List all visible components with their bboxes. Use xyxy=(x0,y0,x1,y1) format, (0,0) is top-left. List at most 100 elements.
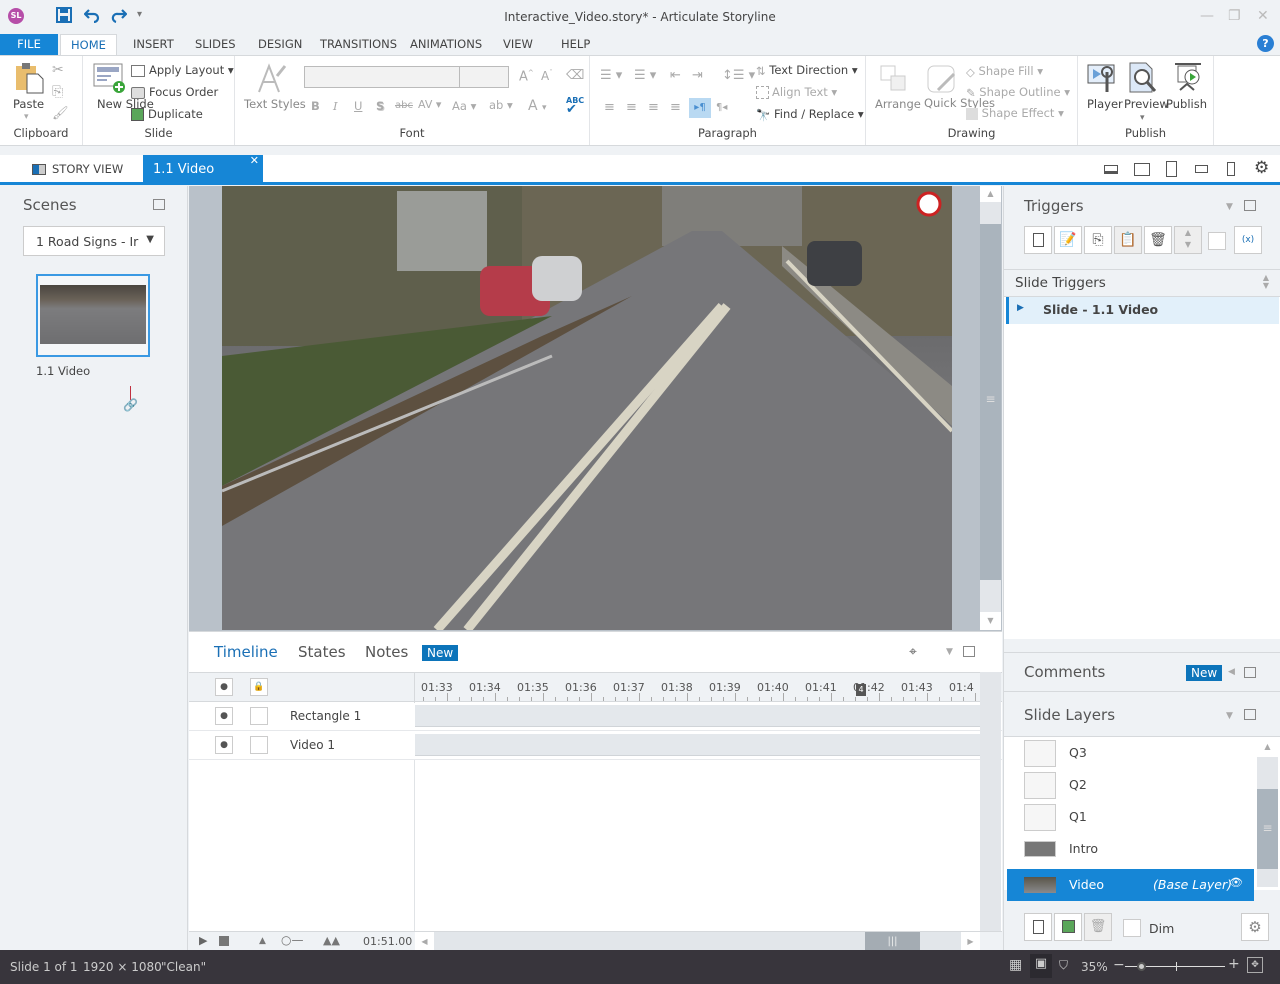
preview-icon[interactable] xyxy=(1128,62,1160,94)
shadow-button[interactable]: S xyxy=(376,99,384,113)
italic-button[interactable]: I xyxy=(333,99,338,113)
variables-button[interactable]: (x) xyxy=(1234,226,1262,254)
decrease-indent-icon[interactable]: ⇤ xyxy=(670,68,681,83)
bold-button[interactable]: B xyxy=(311,99,320,113)
collapse-icon[interactable]: ▼ xyxy=(1226,711,1233,721)
zoom-out-button[interactable]: − xyxy=(1113,957,1125,973)
timeline-row[interactable]: ● Rectangle 1 xyxy=(189,702,1002,731)
desktop-preview-icon[interactable] xyxy=(1104,165,1118,174)
spellcheck-icon[interactable]: ABC ✔ xyxy=(566,96,584,116)
ltr-icon[interactable]: ▸¶ xyxy=(689,98,711,118)
eye-icon[interactable]: ● xyxy=(215,736,233,754)
bullets-icon[interactable]: ☰ ▾ xyxy=(600,68,622,83)
tab-states[interactable]: States xyxy=(298,643,346,661)
tab-timeline[interactable]: Timeline xyxy=(214,643,278,661)
restore-icon[interactable]: ❐ xyxy=(1228,8,1241,24)
stop-icon[interactable] xyxy=(219,936,229,946)
underline-button[interactable]: U xyxy=(354,99,362,113)
copy-trigger-button[interactable]: ⎘ xyxy=(1084,226,1112,254)
highlight-icon[interactable]: ab ▾ xyxy=(489,98,513,112)
tab-view[interactable]: VIEW xyxy=(493,34,543,55)
panel-float-icon[interactable] xyxy=(1244,200,1256,211)
character-spacing-button[interactable]: AV ▾ xyxy=(418,98,441,111)
layer-item[interactable]: Q2 xyxy=(1004,769,1254,801)
publish-button[interactable]: Publish xyxy=(1166,97,1207,111)
close-tab-icon[interactable]: ✕ xyxy=(250,146,259,176)
increase-indent-icon[interactable]: ⇥ xyxy=(692,68,703,83)
panel-float-icon[interactable] xyxy=(1244,667,1256,678)
tablet-landscape-icon[interactable] xyxy=(1134,163,1150,176)
timeline-row[interactable]: ● Video 1 xyxy=(189,731,1002,760)
align-right-icon[interactable]: ≡ xyxy=(648,100,659,115)
layers-scrollbar[interactable]: ▲ ≡ xyxy=(1257,737,1278,887)
scroll-up-icon[interactable]: ▲ xyxy=(980,186,1001,202)
normal-view-icon[interactable]: ▣ xyxy=(1030,954,1052,978)
tab-transitions[interactable]: TRANSITIONS xyxy=(310,34,407,55)
player-icon[interactable] xyxy=(1087,62,1119,94)
timeline-ruler[interactable]: 01:33 01:34 01:35 01:36 01:37 01:38 01:39 01:40… xyxy=(415,673,980,703)
tab-design[interactable]: DESIGN xyxy=(248,34,312,55)
edit-trigger-button[interactable]: 📝 xyxy=(1054,226,1082,254)
copy-icon[interactable]: ⎘ xyxy=(52,84,63,100)
numbering-icon[interactable]: ☰ ▾ xyxy=(634,68,656,83)
publish-icon[interactable] xyxy=(1172,62,1204,94)
scroll-down-icon[interactable]: ▼ xyxy=(980,612,1001,630)
slideshow-icon[interactable]: ⛉ xyxy=(1059,958,1068,973)
reorder-trigger-button[interactable]: ▲ ▼ xyxy=(1174,226,1202,254)
lock-checkbox[interactable] xyxy=(250,736,268,754)
layer-settings-button[interactable]: ⚙ xyxy=(1241,913,1269,941)
stage-vertical-scrollbar[interactable]: ▲ ≡ ▼ xyxy=(980,186,1001,630)
scroll-thumb[interactable]: ≡ xyxy=(980,224,1001,580)
paste-trigger-button[interactable]: 📋 xyxy=(1114,226,1142,254)
zoom-in-icon[interactable]: ▲▲ xyxy=(323,934,340,947)
arrange-button[interactable]: Arrange xyxy=(875,97,921,111)
format-painter-icon[interactable]: 🖌 xyxy=(52,106,69,121)
shrink-font-icon[interactable]: Aˇ xyxy=(541,69,553,83)
layer-item[interactable]: Q3 xyxy=(1004,737,1254,769)
collapse-left-icon[interactable]: ◀ xyxy=(1228,667,1235,677)
focus-order-button[interactable]: Focus Order xyxy=(131,85,218,99)
text-direction-button[interactable]: ⇅ Text Direction ▾ xyxy=(756,63,858,78)
paste-icon[interactable] xyxy=(14,62,46,94)
zoom-in-button[interactable]: + xyxy=(1228,956,1240,972)
scroll-thumb[interactable]: ||| xyxy=(865,932,920,951)
tab-slides[interactable]: SLIDES xyxy=(185,34,246,55)
timeline-horizontal-scrollbar[interactable]: ◀ ||| ▶ xyxy=(415,932,980,951)
justify-icon[interactable]: ≡ xyxy=(670,100,681,115)
line-spacing-icon[interactable]: ↕☰ ▾ xyxy=(722,68,755,83)
eye-icon[interactable]: 👁 xyxy=(1229,876,1243,889)
align-center-icon[interactable]: ≡ xyxy=(626,100,637,115)
collapse-icon[interactable]: ▼ xyxy=(1226,202,1233,212)
link-icon[interactable]: 🔗 xyxy=(123,398,138,412)
scroll-up-icon[interactable]: ▲ xyxy=(1257,737,1278,757)
font-name-select[interactable] xyxy=(304,66,460,88)
font-size-select[interactable] xyxy=(459,66,509,88)
align-left-icon[interactable]: ≡ xyxy=(604,100,615,115)
phone-portrait-icon[interactable] xyxy=(1227,162,1235,176)
lock-checkbox[interactable] xyxy=(250,707,268,725)
trigger-item[interactable]: ▶ Slide - 1.1 Video xyxy=(1006,297,1279,324)
tab-notes[interactable]: Notes xyxy=(365,643,408,661)
tab-home[interactable]: HOME xyxy=(60,34,117,55)
scroll-left-icon[interactable]: ◀ xyxy=(415,932,434,951)
apply-layout-button[interactable]: Apply Layout ▾ xyxy=(131,63,234,77)
grow-font-icon[interactable]: A^ xyxy=(519,69,534,84)
cut-icon[interactable]: ✂ xyxy=(52,62,64,78)
play-icon[interactable]: ▶ xyxy=(199,934,207,947)
help-icon[interactable]: ? xyxy=(1257,35,1274,52)
playhead-marker[interactable]: 4 xyxy=(856,684,866,696)
new-trigger-button[interactable] xyxy=(1024,226,1052,254)
zoom-slider-thumb[interactable] xyxy=(1137,962,1146,971)
quick-styles-icon[interactable] xyxy=(926,64,958,96)
timeline-zoom-slider[interactable]: ○— xyxy=(281,933,303,947)
video-object[interactable] xyxy=(222,186,952,630)
find-replace-button[interactable]: 🔭 Find / Replace ▾ xyxy=(756,107,864,122)
new-layer-button[interactable] xyxy=(1024,913,1052,941)
change-case-button[interactable]: Aa ▾ xyxy=(452,99,476,113)
tablet-portrait-icon[interactable] xyxy=(1166,161,1177,177)
delete-layer-button[interactable]: 🗑 xyxy=(1084,913,1112,941)
scene-select[interactable]: 1 Road Signs - Ir ▼ xyxy=(23,226,165,256)
slide-thumbnail[interactable] xyxy=(36,274,150,357)
shape-outline-button[interactable]: ✎ Shape Outline ▾ xyxy=(966,85,1070,100)
collapse-icon[interactable]: ▼ xyxy=(946,647,953,657)
